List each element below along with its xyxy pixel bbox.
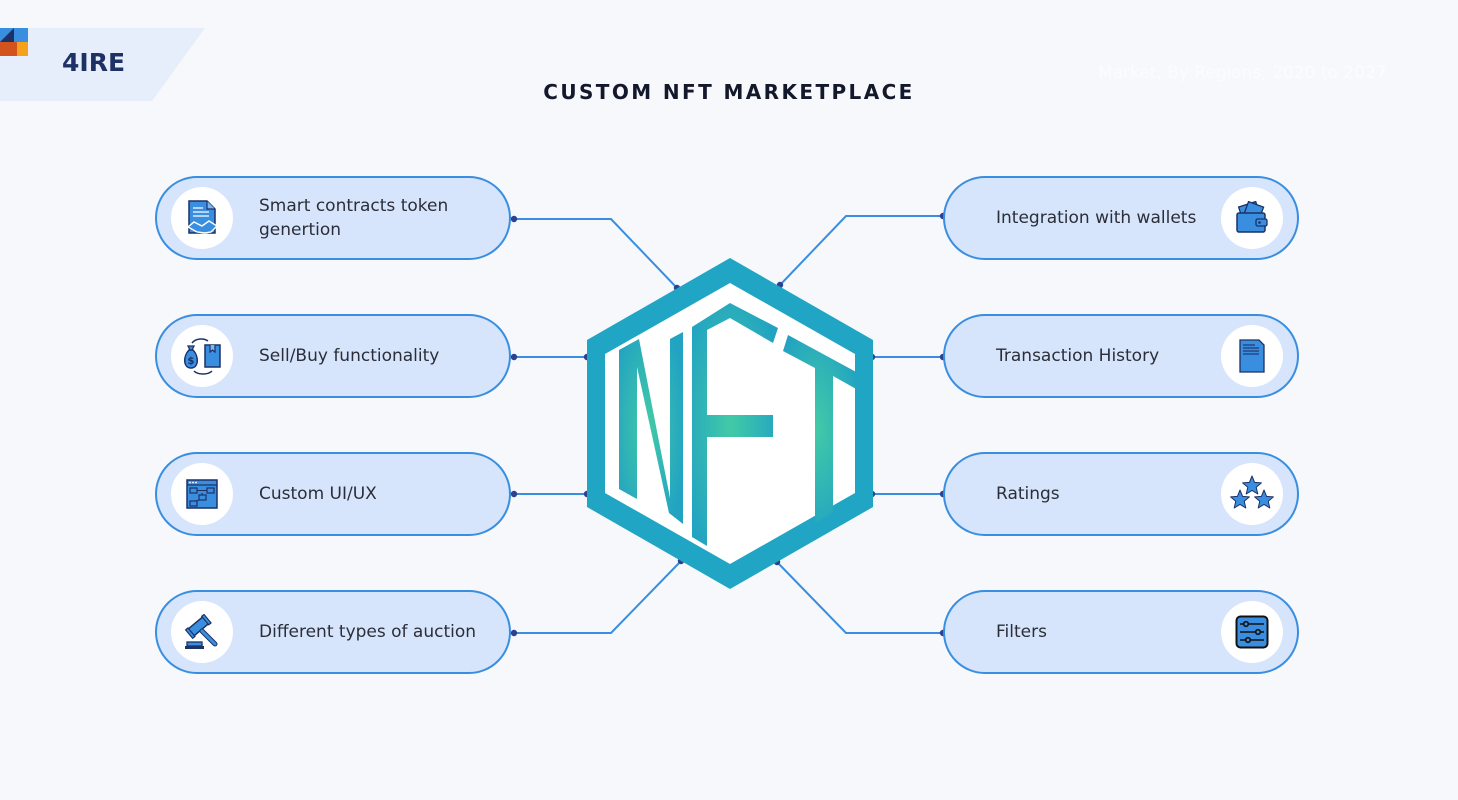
feature-pill-smart-contracts: Smart contracts token genertion [155, 176, 511, 260]
feature-pill-ratings: Ratings [943, 452, 1299, 536]
feature-label: Ratings [996, 484, 1060, 504]
gavel-icon [184, 614, 218, 649]
feature-label: Integration with wallets [996, 208, 1197, 228]
flowchart-window-icon [186, 479, 218, 509]
feature-label: Filters [996, 622, 1047, 642]
feature-label: Sell/Buy functionality [259, 346, 440, 366]
icon-circle [1221, 187, 1283, 249]
nft-hexagon-logo [580, 255, 880, 600]
node-dot [510, 490, 518, 498]
feature-label: Smart contracts token genertion [259, 196, 449, 240]
feature-pill-sell-buy: $ Sell/Buy functionality [155, 314, 511, 398]
nft-logo-icon [587, 258, 873, 589]
node-dot [510, 215, 518, 223]
feature-pill-transaction-history: Transaction History [943, 314, 1299, 398]
icon-circle [171, 601, 233, 663]
svg-text:$: $ [188, 356, 195, 367]
feature-pill-custom-ui-ux: Custom UI/UX [155, 452, 511, 536]
contract-handshake-icon [186, 200, 219, 234]
feature-pill-wallets: Integration with wallets [943, 176, 1299, 260]
icon-circle: $ [171, 325, 233, 387]
icon-circle [1221, 601, 1283, 663]
icon-circle [171, 187, 233, 249]
document-icon [1239, 339, 1265, 373]
feature-pill-filters: Filters [943, 590, 1299, 674]
wallet-icon [1236, 201, 1268, 233]
feature-label: Transaction History [996, 346, 1160, 366]
feature-label: Different types of auction [259, 622, 477, 642]
sliders-icon [1235, 615, 1269, 649]
stars-icon [1230, 475, 1274, 509]
node-dot [510, 629, 518, 637]
icon-circle [1221, 463, 1283, 525]
money-bag-exchange-icon: $ [184, 338, 221, 375]
icon-circle [1221, 325, 1283, 387]
feature-label: Custom UI/UX [259, 484, 377, 504]
feature-pill-auction: Different types of auction [155, 590, 511, 674]
icon-circle [171, 463, 233, 525]
node-dot [510, 353, 518, 361]
